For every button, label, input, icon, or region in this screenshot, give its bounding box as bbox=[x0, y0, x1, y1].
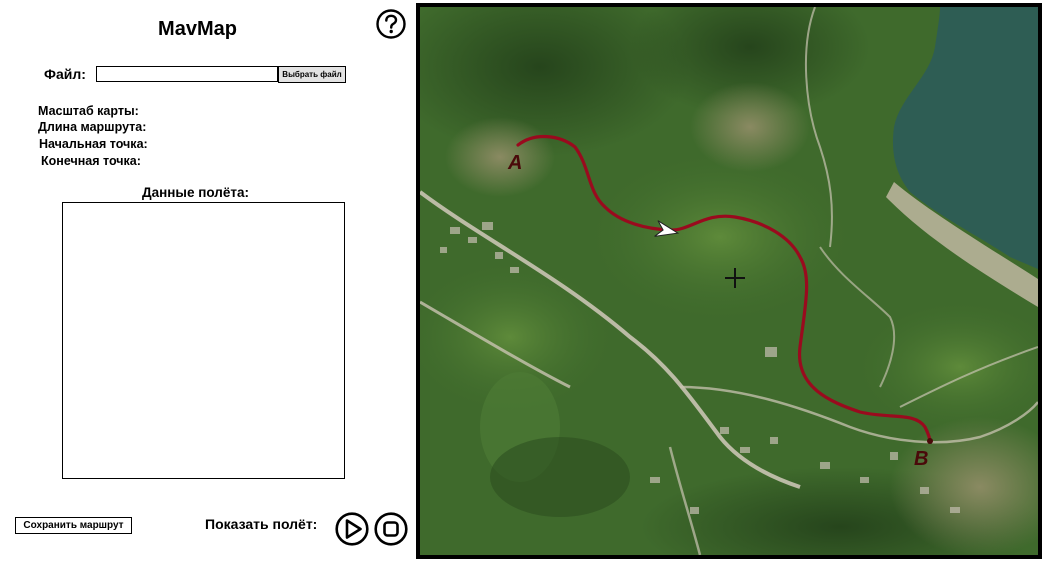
end-point-label: Конечная точка: bbox=[41, 154, 141, 168]
stop-flight-button[interactable] bbox=[374, 512, 408, 546]
stop-circle-icon bbox=[374, 512, 408, 546]
play-circle-icon bbox=[335, 512, 369, 546]
browse-file-button[interactable]: Выбрать файл bbox=[278, 66, 346, 83]
flight-data-label: Данные полёта: bbox=[142, 185, 249, 200]
route-end-dot bbox=[927, 438, 933, 444]
app-title: MavMap bbox=[158, 18, 237, 40]
map-scale-label: Масштаб карты: bbox=[38, 104, 139, 118]
show-flight-label: Показать полёт: bbox=[205, 516, 318, 532]
save-route-button[interactable]: Сохранить маршрут bbox=[15, 517, 132, 534]
map-canvas[interactable]: A B bbox=[420, 7, 1038, 555]
start-point-label: Начальная точка: bbox=[39, 137, 148, 151]
flight-data-textarea[interactable] bbox=[62, 202, 345, 479]
file-label: Файл: bbox=[44, 66, 86, 82]
start-marker-label: A bbox=[507, 152, 522, 174]
satellite-map[interactable]: A B bbox=[416, 3, 1042, 559]
file-path-input[interactable] bbox=[96, 66, 278, 82]
help-button[interactable] bbox=[376, 9, 406, 39]
play-flight-button[interactable] bbox=[335, 512, 369, 546]
route-length-label: Длина маршрута: bbox=[38, 120, 147, 134]
help-circle-icon bbox=[376, 9, 406, 39]
end-marker-label: B bbox=[914, 448, 928, 470]
